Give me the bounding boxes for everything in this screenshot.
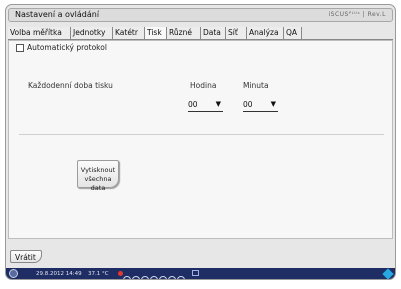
channel-indicator <box>132 276 140 279</box>
minute-select[interactable]: 00 ▼ <box>243 100 278 112</box>
minute-value: 00 <box>243 100 253 109</box>
hour-value: 00 <box>188 100 198 109</box>
tab-units[interactable]: Jednotky <box>71 27 113 39</box>
settings-window: Nastavení a ovládání iSCUSᴾᴸᵁˢ | Rev.L V… <box>5 4 396 280</box>
tab-analysis[interactable]: Analýza <box>247 27 284 39</box>
channel-indicator <box>150 276 158 279</box>
network-icon <box>192 270 199 276</box>
status-datetime: 29.8.2012 14:49 <box>36 271 82 277</box>
print-settings-panel: Automatický protokol Každodenní doba tis… <box>8 40 393 239</box>
print-all-label-line2: všechna data <box>84 175 112 192</box>
channel-indicator <box>168 276 176 279</box>
status-temperature: 37.1 °C <box>88 271 109 277</box>
tab-catheter[interactable]: Katétr <box>113 27 145 39</box>
status-bar: 29.8.2012 14:49 37.1 °C <box>6 268 395 279</box>
dropdown-arrow-icon: ▼ <box>215 100 221 108</box>
title-bar: Nastavení a ovládání iSCUSᴾᴸᵁˢ | Rev.L <box>8 8 393 22</box>
channel-indicator <box>159 276 167 279</box>
print-all-data-button[interactable]: Vytisknout všechna data <box>77 160 119 192</box>
minute-label: Minuta <box>243 81 269 90</box>
hour-label: Hodina <box>190 81 217 90</box>
brand-logo: iSCUSᴾᴸᵁˢ | Rev.L <box>328 11 386 18</box>
auto-protocol-label: Automatický protokol <box>27 43 107 52</box>
tab-bar: Volba měřítka Jednotky Katétr Tisk Různé… <box>8 27 393 40</box>
back-button[interactable]: Vrátit <box>10 250 42 263</box>
tab-qa[interactable]: QA <box>284 27 302 39</box>
channel-indicator <box>123 276 131 279</box>
tab-print[interactable]: Tisk <box>145 27 167 39</box>
section-divider <box>19 134 384 135</box>
channel-indicator <box>177 276 185 279</box>
dropdown-arrow-icon: ▼ <box>270 100 276 108</box>
channel-indicators <box>123 269 186 279</box>
channel-indicator <box>141 276 149 279</box>
power-icon[interactable] <box>9 269 18 278</box>
hour-select[interactable]: 00 ▼ <box>188 100 223 112</box>
tab-misc[interactable]: Různé <box>167 27 201 39</box>
print-all-label-line1: Vytisknout <box>80 166 116 174</box>
tab-network[interactable]: Síť <box>226 27 247 39</box>
auto-protocol-checkbox[interactable]: Automatický protokol <box>16 43 107 54</box>
status-diamond-icon <box>382 268 394 279</box>
window-title: Nastavení a ovládání <box>15 10 100 19</box>
checkbox-icon[interactable] <box>16 44 24 52</box>
daily-print-time-label: Každodenní doba tisku <box>28 81 113 90</box>
tab-data[interactable]: Data <box>201 27 226 39</box>
tab-scale[interactable]: Volba měřítka <box>8 27 71 39</box>
